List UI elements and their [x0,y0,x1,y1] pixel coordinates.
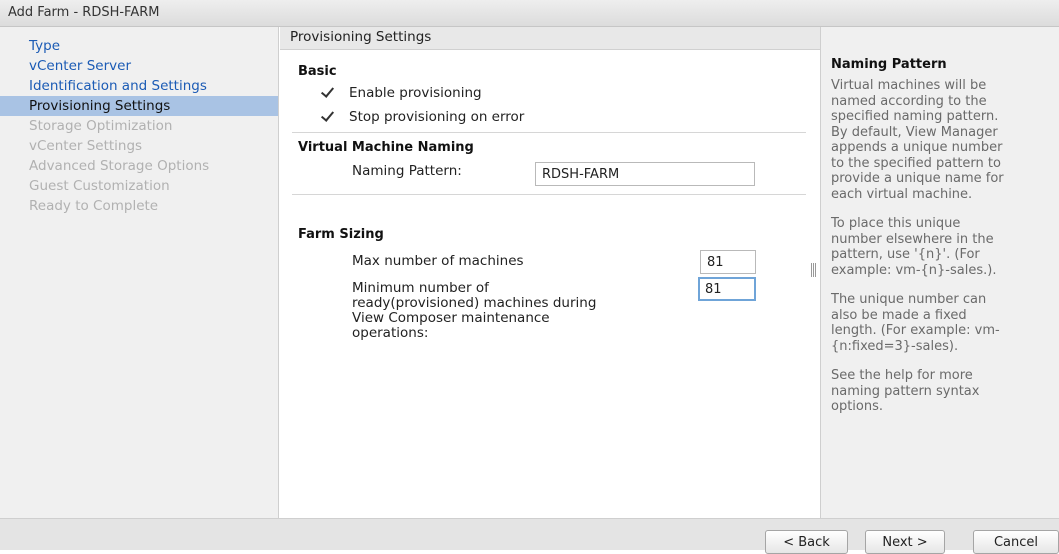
section-title-farm-sizing: Farm Sizing [298,227,384,242]
help-paragraph: The unique number can also be made a fix… [831,292,1000,354]
stop-on-error-checkbox-row[interactable]: Stop provisioning on error [320,107,524,127]
cancel-button[interactable]: Cancel [973,530,1059,554]
nav-item-ready-to-complete: Ready to Complete [29,198,159,214]
stop-on-error-label: Stop provisioning on error [349,109,525,125]
nav-item-vcenter-server[interactable]: vCenter Server [0,56,278,76]
min-ready-machines-input[interactable] [698,277,756,301]
nav-item-guest-customization: Guest Customization [29,178,170,194]
main-panel: Provisioning Settings Basic Enable provi… [280,27,820,518]
window-title-bar: Add Farm - RDSH-FARM [0,0,1059,27]
help-panel: Naming Pattern Virtual machines will be … [820,27,1059,518]
nav-item-identification-and-settings[interactable]: Identification and Settings [0,76,278,96]
naming-pattern-input[interactable] [535,162,755,186]
max-machines-input[interactable] [700,250,756,274]
next-button[interactable]: Next > [865,530,945,554]
enable-provisioning-checkbox[interactable] [320,85,335,100]
naming-pattern-label: Naming Pattern: [352,163,462,179]
section-title-basic: Basic [298,64,337,79]
back-button[interactable]: < Back [765,530,848,554]
nav-item-provisioning-settings[interactable]: Provisioning Settings [0,96,278,116]
nav-item-advanced-storage-options: Advanced Storage Options [29,158,210,174]
help-paragraph: To place this unique number elsewhere in… [831,216,997,278]
enable-provisioning-checkbox-row[interactable]: Enable provisioning [320,83,482,103]
help-title: Naming Pattern [831,57,947,72]
panel-splitter-handle[interactable] [811,263,816,277]
section-divider [292,132,806,133]
nav-item-vcenter-settings: vCenter Settings [29,138,143,154]
section-divider [292,194,806,195]
wizard-footer: < Back Next > Cancel [0,518,1059,554]
max-machines-label: Max number of machines [352,253,524,269]
nav-item-type[interactable]: Type [0,36,278,56]
section-title-vm-naming: Virtual Machine Naming [298,140,474,155]
enable-provisioning-label: Enable provisioning [349,85,482,101]
page-title: Provisioning Settings [280,27,820,50]
help-paragraph: See the help for more naming pattern syn… [831,368,980,414]
window-title: Add Farm - RDSH-FARM [8,5,160,20]
help-paragraph: Virtual machines will be named according… [831,78,1004,202]
wizard-nav-sidebar: Type vCenter Server Identification and S… [0,27,279,518]
min-ready-machines-label: Minimum number of ready(provisioned) mac… [352,280,597,341]
nav-item-storage-optimization: Storage Optimization [29,118,173,134]
stop-on-error-checkbox[interactable] [320,109,335,124]
